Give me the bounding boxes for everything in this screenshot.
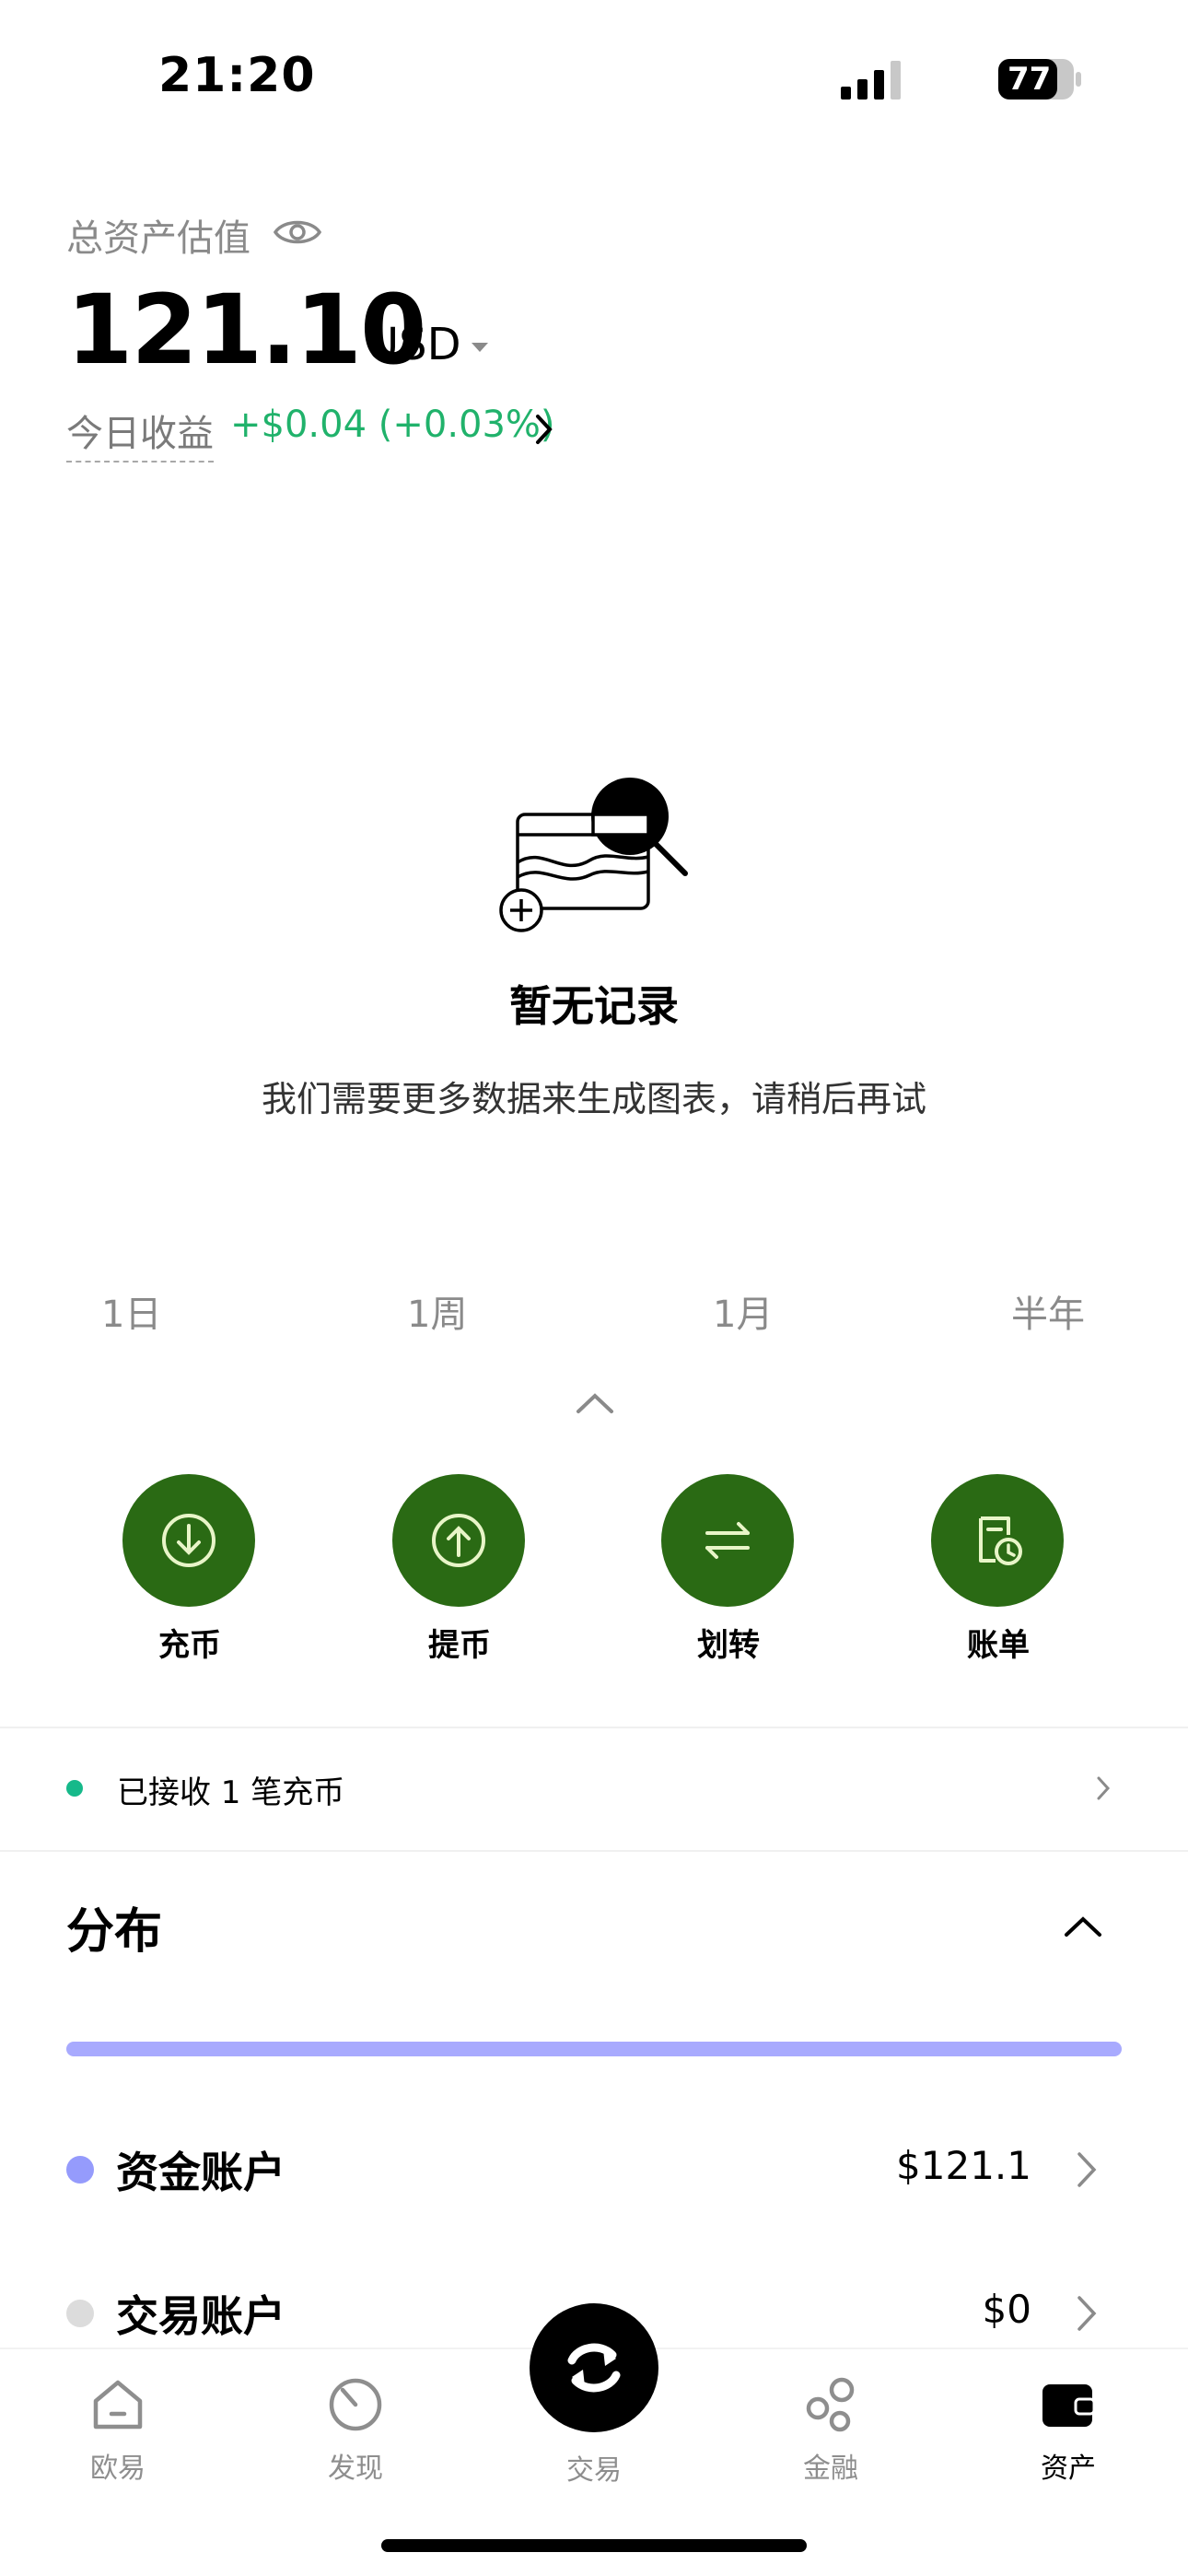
swap-icon: [567, 2343, 621, 2393]
period-tab-1w[interactable]: 1周: [407, 1284, 467, 1338]
trade-button[interactable]: [530, 2303, 658, 2432]
cellular-signal-icon: [841, 61, 901, 100]
chevron-right-icon[interactable]: [1076, 2294, 1098, 2333]
finance-icon: [806, 2377, 855, 2432]
today-pnl-value[interactable]: +$0.04 (+0.03%): [230, 404, 555, 446]
discover-icon: [329, 2378, 382, 2431]
empty-state-title: 暂无记录: [509, 981, 679, 1031]
eye-icon[interactable]: [273, 214, 322, 251]
download-icon: [162, 1514, 215, 1567]
notice-dot: [66, 1780, 83, 1797]
upload-icon: [432, 1514, 485, 1567]
today-pnl-label[interactable]: 今日收益: [66, 404, 214, 463]
distribution-bar: [66, 2042, 1122, 2056]
divider: [0, 1850, 1188, 1852]
period-tab-6m[interactable]: 半年: [1011, 1284, 1085, 1338]
tab-label: 资产: [1041, 2453, 1096, 2485]
empty-state-description: 我们需要更多数据来生成图表，请稍后再试: [261, 1079, 926, 1119]
empty-record-illustration: [499, 778, 688, 932]
chevron-right-icon[interactable]: [534, 413, 554, 446]
account-value: $0: [982, 2287, 1031, 2332]
currency-selector[interactable]: USD: [367, 319, 461, 370]
caret-down-icon[interactable]: [470, 341, 490, 354]
account-name: 交易账户: [116, 2291, 285, 2341]
status-time: 21:20: [158, 48, 316, 103]
home-indicator: [381, 2539, 807, 2552]
status-bar: 21:20 77: [0, 0, 1188, 157]
account-color-dot: [66, 2156, 94, 2184]
account-name: 资金账户: [116, 2148, 285, 2197]
battery-level: 77: [1007, 61, 1052, 98]
tab-finance[interactable]: 金融: [757, 2375, 904, 2486]
chevron-up-icon[interactable]: [575, 1391, 615, 1415]
distribution-title: 分布: [66, 1904, 163, 1960]
chevron-right-icon[interactable]: [1076, 2150, 1098, 2189]
account-value: $121.1: [896, 2143, 1031, 2188]
withdraw-label: 提币: [428, 1627, 491, 1664]
bill-label: 账单: [967, 1627, 1030, 1664]
divider: [0, 1727, 1188, 1728]
tab-assets[interactable]: 资产: [995, 2375, 1142, 2486]
deposit-button[interactable]: 充币: [122, 1474, 257, 1665]
period-tab-1m[interactable]: 1月: [713, 1284, 773, 1338]
chevron-right-icon[interactable]: [1096, 1774, 1111, 1802]
notice-text[interactable]: 已接收 1 笔充币: [117, 1767, 344, 1812]
transfer-label: 划转: [697, 1627, 760, 1664]
battery-icon: 77: [998, 57, 1083, 101]
tab-label-trade: 交易: [566, 2454, 622, 2487]
deposit-label: 充币: [158, 1627, 221, 1664]
period-tab-1d[interactable]: 1日: [101, 1284, 161, 1338]
withdraw-button[interactable]: 提币: [392, 1474, 527, 1665]
tab-home[interactable]: 欧易: [44, 2375, 192, 2486]
bill-button[interactable]: 账单: [931, 1474, 1066, 1665]
tab-label: 发现: [328, 2453, 383, 2485]
transfer-icon: [705, 1522, 750, 1559]
tab-label: 金融: [803, 2453, 858, 2485]
home-icon: [93, 2380, 143, 2430]
account-color-dot: [66, 2300, 94, 2327]
tab-discover[interactable]: 发现: [282, 2375, 429, 2486]
tab-label: 欧易: [90, 2453, 146, 2485]
bill-icon: [979, 1516, 1022, 1565]
chevron-up-icon[interactable]: [1063, 1914, 1103, 1938]
total-asset-label: 总资产估值: [66, 217, 250, 260]
wallet-icon: [1042, 2384, 1096, 2427]
transfer-button[interactable]: 划转: [661, 1474, 796, 1665]
